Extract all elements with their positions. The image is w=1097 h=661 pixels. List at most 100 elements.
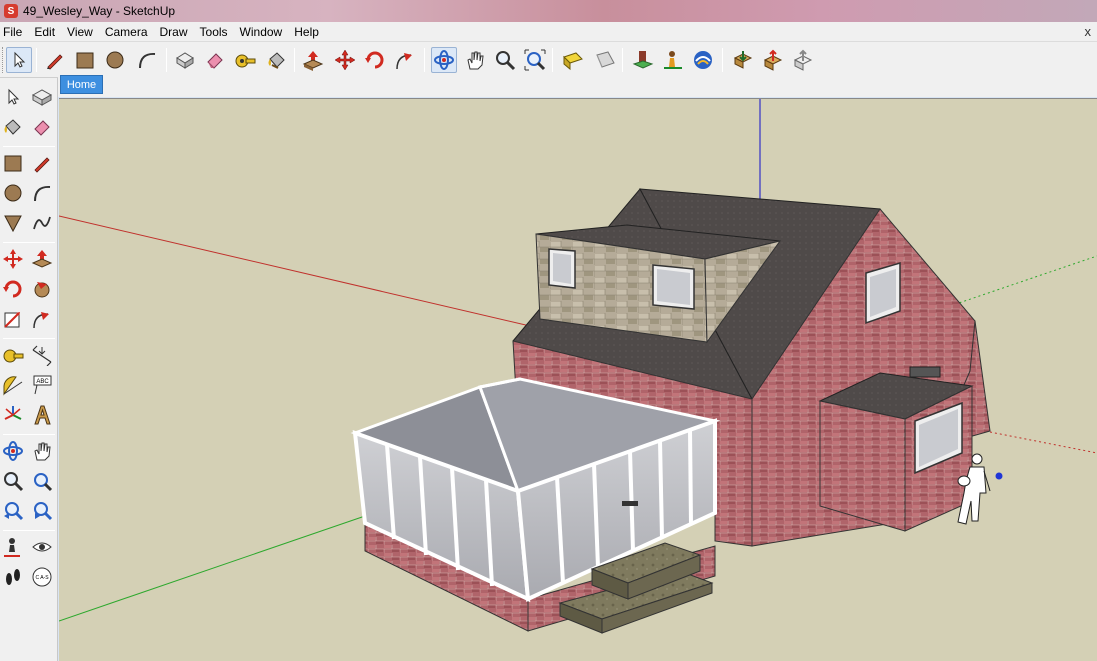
circle-tool-button[interactable] xyxy=(102,47,128,73)
polygon-icon xyxy=(4,215,22,233)
make-component-button[interactable] xyxy=(172,47,198,73)
left-dimension-button[interactable] xyxy=(29,342,55,368)
left-arc-button[interactable] xyxy=(29,180,55,206)
next-view-icon xyxy=(34,502,53,521)
dimension-icon xyxy=(32,345,52,366)
circle-icon xyxy=(4,184,22,202)
origin-point xyxy=(995,472,1003,480)
model-viewport[interactable] xyxy=(59,98,1097,661)
left-orbit-button[interactable] xyxy=(0,438,26,464)
follow-me-button[interactable] xyxy=(392,47,418,73)
model-canvas[interactable] xyxy=(59,99,1097,661)
left-scale-button[interactable] xyxy=(0,306,26,332)
left-rectangle-button[interactable] xyxy=(0,150,26,176)
paint-bucket-icon xyxy=(4,119,21,135)
left-position-camera-button[interactable] xyxy=(0,534,26,560)
toolbar-grip[interactable] xyxy=(2,47,5,73)
menu-edit[interactable]: Edit xyxy=(29,25,62,39)
sandbox-button[interactable] xyxy=(630,47,656,73)
sketchup-app-icon: S xyxy=(4,4,18,18)
look-around-icon xyxy=(32,542,52,552)
left-walk-button[interactable] xyxy=(0,564,26,590)
zoom-extents-button[interactable] xyxy=(522,47,548,73)
eraser-tool-button[interactable] xyxy=(202,47,228,73)
left-offset-button[interactable] xyxy=(29,306,55,332)
text-icon: ABC xyxy=(33,375,52,395)
left-zoom-button[interactable] xyxy=(0,468,26,494)
get-models-button[interactable] xyxy=(730,47,756,73)
select-tool-button[interactable] xyxy=(6,47,32,73)
scene-tab-home[interactable]: Home xyxy=(60,75,103,94)
pan-tool-button[interactable] xyxy=(462,47,488,73)
menu-help[interactable]: Help xyxy=(289,25,326,39)
paint-bucket-button[interactable] xyxy=(264,47,290,73)
rotate-icon xyxy=(365,51,384,69)
left-rotate-button[interactable] xyxy=(0,276,26,302)
left-pan-button[interactable] xyxy=(29,438,55,464)
left-previous-view-button[interactable] xyxy=(0,498,26,524)
paint-bucket-icon xyxy=(268,52,285,69)
left-follow-me-button[interactable] xyxy=(29,276,55,302)
left-select-button[interactable] xyxy=(0,84,26,110)
left-next-view-button[interactable] xyxy=(29,498,55,524)
window-title: 49_Wesley_Way - SketchUp xyxy=(23,4,176,18)
left-eraser-button[interactable] xyxy=(29,114,55,140)
position-camera-button[interactable] xyxy=(660,47,686,73)
menu-window[interactable]: Window xyxy=(235,25,290,39)
conservatory-door-handle xyxy=(622,501,638,506)
left-zoom-window-button[interactable] xyxy=(29,468,55,494)
axes-icon xyxy=(4,406,22,420)
eraser-icon xyxy=(34,120,50,136)
extension-vent xyxy=(909,366,941,378)
green-axis xyxy=(59,515,366,622)
red-axis xyxy=(59,215,531,327)
select-icon xyxy=(14,51,26,68)
push-pull-button[interactable] xyxy=(300,47,326,73)
left-toolbar: ABC C A-S xyxy=(0,78,58,661)
left-section-plane-button[interactable]: C A-S xyxy=(29,564,55,590)
walk-tool-button[interactable] xyxy=(592,47,618,73)
menu-view[interactable]: View xyxy=(62,25,100,39)
menu-camera[interactable]: Camera xyxy=(100,25,155,39)
left-push-pull-button[interactable] xyxy=(29,246,55,272)
left-tape-measure-button[interactable] xyxy=(0,342,26,368)
menu-file[interactable]: File xyxy=(0,25,29,39)
protractor-icon xyxy=(3,376,23,396)
arc-tool-button[interactable] xyxy=(134,47,160,73)
pencil-tool-button[interactable] xyxy=(42,47,68,73)
left-text-button[interactable]: ABC xyxy=(29,372,55,398)
share-model-button[interactable] xyxy=(760,47,786,73)
share-component-button[interactable] xyxy=(790,47,816,73)
orbit-tool-button[interactable] xyxy=(431,47,457,73)
photo-textures-button[interactable] xyxy=(690,47,716,73)
left-paint-bucket-button[interactable] xyxy=(0,114,26,140)
left-protractor-button[interactable] xyxy=(0,372,26,398)
left-make-component-button[interactable] xyxy=(29,84,55,110)
rotate-tool-button[interactable] xyxy=(362,47,388,73)
offset-icon xyxy=(33,312,49,329)
previous-view-icon xyxy=(4,502,24,521)
left-circle-button[interactable] xyxy=(0,180,26,206)
menu-draw[interactable]: Draw xyxy=(155,25,195,39)
left-polygon-button[interactable] xyxy=(0,210,26,236)
left-move-button[interactable] xyxy=(0,246,26,272)
zoom-tool-button[interactable] xyxy=(492,47,518,73)
rectangle-tool-button[interactable] xyxy=(72,47,98,73)
left-pencil-button[interactable] xyxy=(29,150,55,176)
menu-tools[interactable]: Tools xyxy=(195,25,235,39)
tape-measure-button[interactable] xyxy=(232,47,258,73)
menu-bar: File Edit View Camera Draw Tools Window … xyxy=(0,22,1097,42)
position-camera-icon xyxy=(664,51,682,69)
zoom-window-icon xyxy=(34,473,53,492)
left-look-around-button[interactable] xyxy=(29,534,55,560)
left-axes-button[interactable] xyxy=(0,402,26,428)
move-tool-button[interactable] xyxy=(332,47,358,73)
follow-me-icon xyxy=(34,282,50,298)
dormer-window-left-glass xyxy=(553,253,571,284)
left-freehand-button[interactable] xyxy=(29,210,55,236)
close-document-button[interactable]: x xyxy=(1085,24,1092,39)
section-plane-button[interactable] xyxy=(560,47,586,73)
dormer-window-right-glass xyxy=(657,269,690,305)
red-axis-dotted xyxy=(989,431,1097,454)
left-3d-text-button[interactable] xyxy=(29,402,55,428)
